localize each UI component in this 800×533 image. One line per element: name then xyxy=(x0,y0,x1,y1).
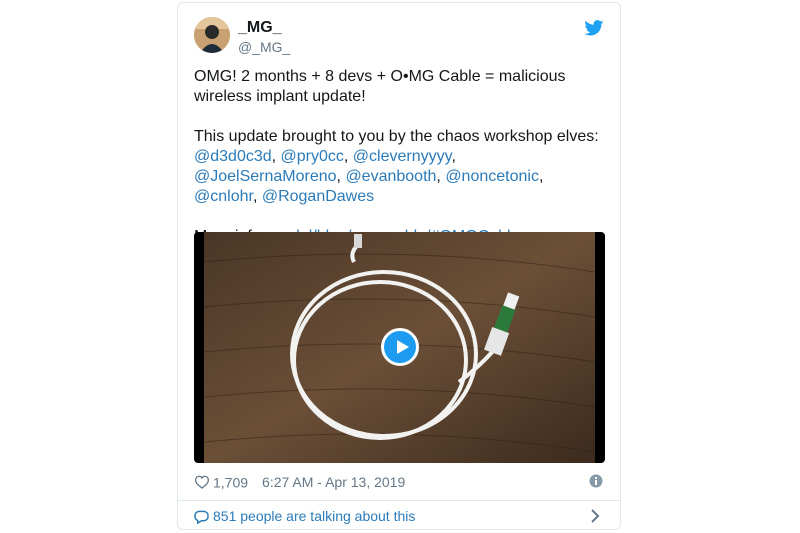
tweet-text-line1: OMG! 2 months + 8 devs + O•MG Cable = ma… xyxy=(194,68,566,105)
mention-link[interactable]: @RoganDawes xyxy=(262,188,374,205)
like-count[interactable]: 1,709 xyxy=(213,474,248,490)
mention-link[interactable]: @cnlohr xyxy=(194,188,253,205)
divider xyxy=(178,500,620,501)
author-name[interactable]: _MG_ xyxy=(238,19,282,37)
heart-icon[interactable] xyxy=(194,475,210,490)
mention-link[interactable]: @pry0cc xyxy=(281,148,344,165)
mention-link[interactable]: @noncetonic xyxy=(445,168,539,185)
avatar-image xyxy=(194,17,230,53)
conversation-label[interactable]: 851 people are talking about this xyxy=(213,508,415,524)
video-player[interactable] xyxy=(194,232,605,463)
play-icon[interactable] xyxy=(381,328,419,366)
timestamp[interactable]: 6:27 AM - Apr 13, 2019 xyxy=(262,474,405,490)
mention-link[interactable]: @d3d0c3d xyxy=(194,148,272,165)
info-icon[interactable] xyxy=(589,474,603,488)
tweet-text: OMG! 2 months + 8 devs + O•MG Cable = ma… xyxy=(194,67,606,247)
tweet-card: _MG_ @_MG_ OMG! 2 months + 8 devs + O•MG… xyxy=(177,2,621,530)
conversation-link[interactable]: 851 people are talking about this xyxy=(194,506,415,526)
twitter-bird-icon[interactable] xyxy=(584,20,604,36)
chevron-right-icon[interactable] xyxy=(589,508,601,524)
author-handle[interactable]: @_MG_ xyxy=(238,39,290,55)
mention-link[interactable]: @clevernyyyy xyxy=(353,148,452,165)
mention-link[interactable]: @evanbooth xyxy=(345,168,436,185)
mention-link[interactable]: @JoelSernaMoreno xyxy=(194,168,337,185)
avatar[interactable] xyxy=(194,17,230,53)
tweet-text-line2: This update brought to you by the chaos … xyxy=(194,128,599,205)
tweet-meta: 1,709 6:27 AM - Apr 13, 2019 xyxy=(194,471,405,491)
tweet-text-intro: This update brought to you by the chaos … xyxy=(194,128,599,145)
speech-bubble-icon xyxy=(194,510,209,525)
